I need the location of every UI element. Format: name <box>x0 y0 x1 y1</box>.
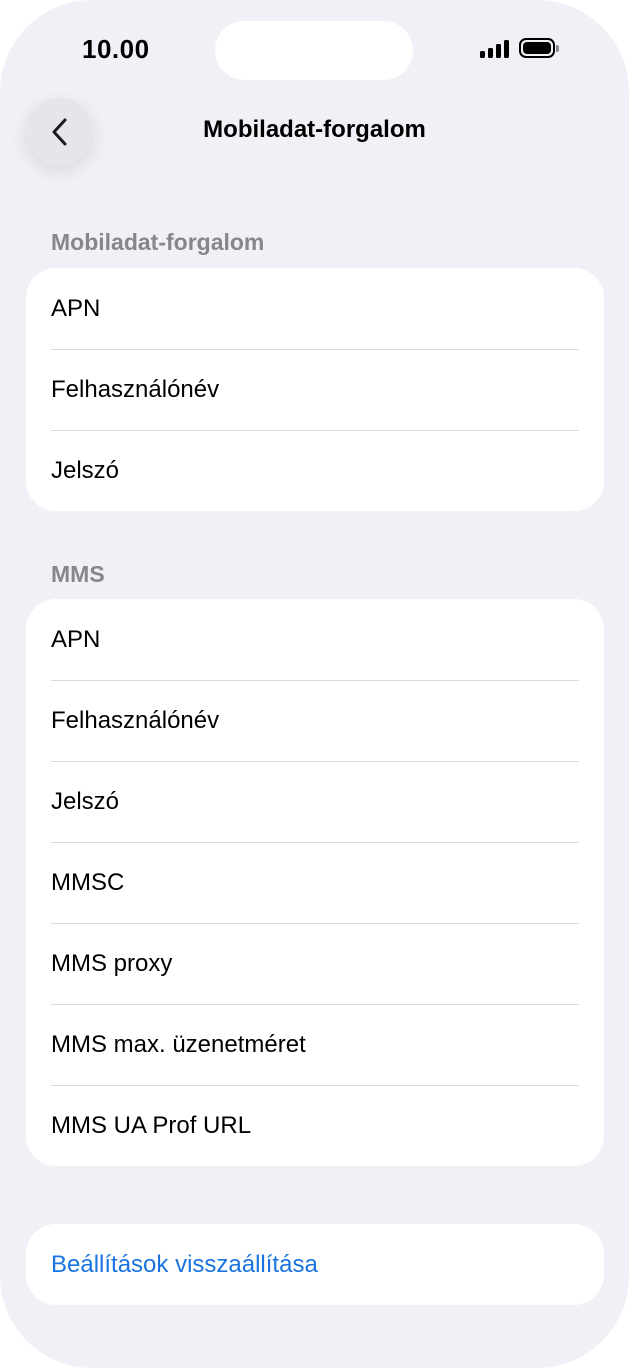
section-header-mobile-data: Mobiladat-forgalom <box>51 229 265 255</box>
status-icons <box>480 38 559 58</box>
reset-settings-button[interactable]: Beállítások visszaállítása <box>26 1224 604 1305</box>
dynamic-island <box>215 21 413 80</box>
cellular-signal-icon <box>480 38 509 58</box>
mobile-data-apn-row[interactable]: APN <box>26 268 604 349</box>
reset-group: Beállítások visszaállítása <box>26 1224 604 1305</box>
section-header-mms: MMS <box>51 561 105 587</box>
mms-apn-row[interactable]: APN <box>26 599 604 680</box>
phone-screen: 10.00 Mobiladat-forgalom Mobiladat-forga… <box>0 0 629 1368</box>
mms-password-row[interactable]: Jelszó <box>26 761 604 842</box>
status-time: 10.00 <box>82 34 150 64</box>
mobile-data-username-row[interactable]: Felhasználónév <box>26 349 604 430</box>
mms-proxy-row[interactable]: MMS proxy <box>26 923 604 1004</box>
mmsc-row[interactable]: MMSC <box>26 842 604 923</box>
page-title: Mobiladat-forgalom <box>203 116 426 143</box>
mms-ua-prof-url-row[interactable]: MMS UA Prof URL <box>26 1085 604 1166</box>
battery-icon <box>519 38 559 58</box>
mobile-data-group: APN Felhasználónév Jelszó <box>26 268 604 511</box>
mms-username-row[interactable]: Felhasználónév <box>26 680 604 761</box>
mms-group: APN Felhasználónév Jelszó MMSC MMS proxy… <box>26 599 604 1166</box>
mms-max-message-size-row[interactable]: MMS max. üzenetméret <box>26 1004 604 1085</box>
mobile-data-password-row[interactable]: Jelszó <box>26 430 604 511</box>
